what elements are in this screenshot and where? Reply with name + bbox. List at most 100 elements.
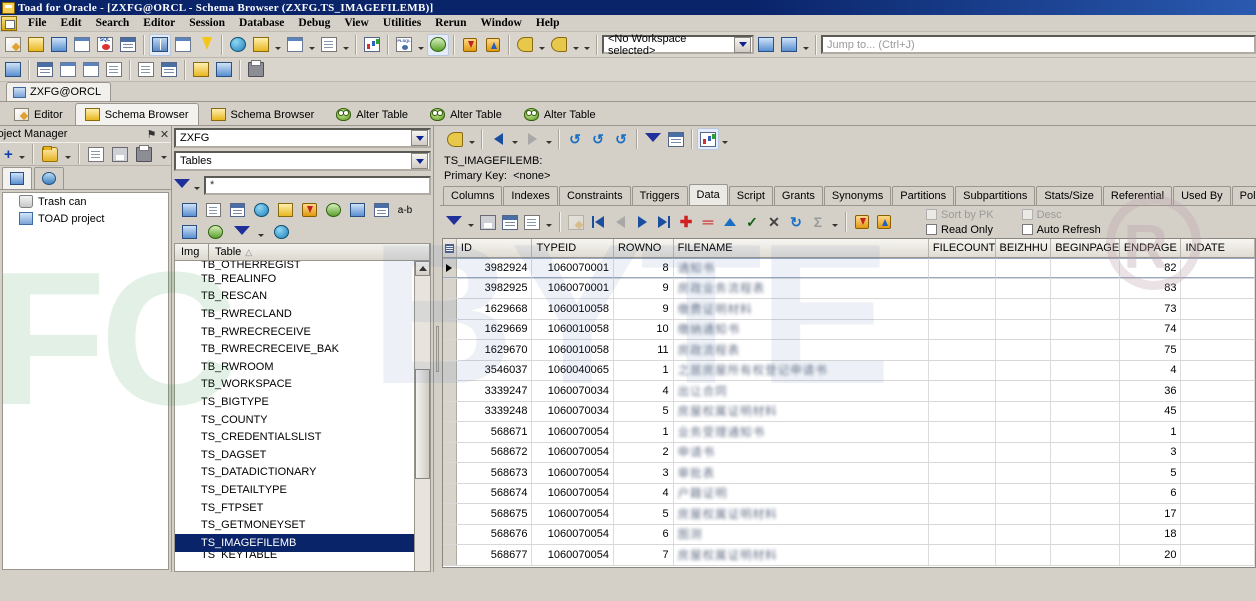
connection-tab-zxfg-orcl[interactable]: ZXFG@ORCL (6, 82, 112, 101)
grid-prev-record-icon[interactable] (610, 211, 630, 233)
sql-modeler-icon[interactable] (71, 34, 93, 56)
cell-filename[interactable]: 房屋权属证明材料 (674, 545, 929, 565)
cell-id[interactable]: 3546037 (457, 360, 533, 380)
cell-indate[interactable] (1181, 442, 1255, 462)
cell-endpage[interactable]: 73 (1120, 299, 1182, 319)
cell-beizhhu[interactable] (996, 340, 1052, 360)
table-row-current[interactable]: 3982924 1060070001 8 通知书 82 (443, 258, 1255, 279)
grid-select-all-icon[interactable] (443, 239, 457, 257)
object-type-dropdown-arrow[interactable] (411, 153, 428, 169)
list-item[interactable]: TS_COUNTY (175, 411, 414, 429)
cell-filecount[interactable] (929, 483, 996, 503)
cell-indate[interactable] (1181, 381, 1255, 401)
tab-used-by[interactable]: Used By (1173, 186, 1231, 205)
table-row[interactable]: 3339248 1060070034 5 房屋权属证明材料 45 (443, 401, 1255, 422)
grid-insert-record-icon[interactable]: ✚ (676, 211, 696, 233)
tabbed-view-icon[interactable] (80, 59, 102, 81)
project-tab-projects[interactable] (2, 167, 32, 189)
schema-dropdown-arrow[interactable] (411, 130, 428, 146)
grid-sum-dropdown-arrow[interactable] (830, 211, 840, 233)
tab-synonyms[interactable]: Synonyms (823, 186, 892, 205)
cell-typeid[interactable]: 1060040065 (532, 360, 614, 380)
column-header-beizhhu[interactable]: BEIZHHU (995, 239, 1052, 257)
window-dropdown-arrow[interactable] (307, 34, 317, 56)
tab-referential[interactable]: Referential (1102, 186, 1173, 205)
table-row[interactable]: 1629668 1060010058 9 缴费证明材料 73 (443, 299, 1255, 320)
cell-filename[interactable]: 出让合同 (674, 381, 929, 401)
checkbox-read-only[interactable]: Read Only (926, 224, 994, 236)
cell-filecount[interactable] (929, 401, 996, 421)
list-item[interactable]: TS_CREDENTIALSLIST (175, 428, 414, 446)
cell-indate[interactable] (1181, 340, 1255, 360)
cell-beizhhu[interactable] (996, 504, 1052, 524)
cell-typeid[interactable]: 1060070034 (532, 401, 614, 421)
cell-rowno[interactable]: 4 (614, 483, 674, 503)
navigate-back-icon[interactable] (487, 128, 509, 150)
column-header-filecount[interactable]: FILECOUNT (928, 239, 996, 257)
grid-columns-icon[interactable] (500, 211, 520, 233)
filter-objects-icon[interactable] (135, 59, 157, 81)
menu-item-editor[interactable]: Editor (136, 16, 182, 30)
cell-rowno[interactable]: 11 (614, 340, 674, 360)
grid-refresh-icon[interactable]: ↻ (786, 211, 806, 233)
cell-typeid[interactable]: 1060070054 (532, 463, 614, 483)
cell-typeid[interactable]: 1060010058 (532, 319, 614, 339)
add-item-icon[interactable]: + (2, 147, 15, 162)
cell-filecount[interactable] (929, 422, 996, 442)
workspace-dropdown-arrow[interactable] (734, 36, 751, 53)
cell-id[interactable]: 3982924 (456, 258, 533, 278)
cell-indate[interactable] (1181, 299, 1255, 319)
column-header-rowno[interactable]: ROWNO (613, 239, 674, 257)
tab-constraints[interactable]: Constraints (558, 186, 631, 205)
cell-typeid[interactable]: 1060070001 (532, 258, 614, 278)
cell-beizhhu[interactable] (996, 442, 1052, 462)
detail-chart-dropdown-arrow[interactable] (720, 128, 730, 150)
table-row[interactable]: 568675 1060070054 5 房屋权属证明材料 17 (443, 504, 1255, 525)
object-refresh-icon[interactable] (178, 221, 200, 243)
data-grid-body[interactable]: 3982924 1060070001 8 通知书 82 3982925 1060070001… (443, 258, 1255, 567)
table-row[interactable]: 568671 1060070054 1 业务受理通知书 1 (443, 422, 1255, 443)
cell-rowno[interactable]: 9 (614, 278, 674, 298)
table-list-col-img[interactable]: Img (175, 244, 209, 260)
cell-filecount[interactable] (929, 299, 996, 319)
row-indicator[interactable] (443, 463, 457, 483)
table-row[interactable]: 3982925 1060070001 9 房政业务流程表 83 (443, 278, 1255, 299)
session-dropdown-arrow[interactable] (273, 34, 283, 56)
cell-indate[interactable] (1181, 422, 1255, 442)
print-icon[interactable] (133, 143, 155, 165)
cell-endpage[interactable]: 18 (1120, 524, 1182, 544)
grid-view-icon[interactable] (34, 59, 56, 81)
cell-filename[interactable]: 缴费证明材料 (674, 299, 929, 319)
list-item[interactable]: TB_WORKSPACE (175, 376, 414, 394)
cell-id[interactable]: 568675 (457, 504, 533, 524)
cell-id[interactable]: 1629669 (457, 319, 533, 339)
cell-filecount[interactable] (929, 340, 996, 360)
cell-endpage[interactable]: 45 (1120, 401, 1182, 421)
list-item[interactable]: TB_RWRECRECEIVE (175, 323, 414, 341)
detail-chart-icon[interactable] (697, 128, 719, 150)
cell-filename[interactable]: 通知书 (673, 258, 929, 278)
cell-beizhhu[interactable] (996, 381, 1052, 401)
detail-list-icon[interactable] (665, 128, 687, 150)
cell-indate[interactable] (1181, 360, 1255, 380)
cell-typeid[interactable]: 1060070054 (532, 545, 614, 565)
row-indicator[interactable] (443, 524, 457, 544)
list-item[interactable]: TS_KEYTABLE (175, 552, 414, 558)
cell-typeid[interactable]: 1060010058 (532, 299, 614, 319)
workspace-more-arrow[interactable] (801, 34, 811, 56)
cell-indate[interactable] (1181, 319, 1255, 339)
project-toolbar-overflow-arrow[interactable] (159, 143, 169, 165)
tab-stats-size[interactable]: Stats/Size (1036, 186, 1102, 205)
list-item[interactable]: TB_RWRECLAND (175, 305, 414, 323)
cell-filename[interactable]: 之居房屋所有权登记申请书 (674, 360, 929, 380)
list-item[interactable]: TS_GETMONEYSET (175, 516, 414, 534)
column-header-indate[interactable]: INDATE (1181, 239, 1255, 257)
plsql-icon[interactable] (393, 34, 415, 56)
cell-indate[interactable] (1181, 258, 1255, 278)
cell-rowno[interactable]: 7 (614, 545, 674, 565)
table-list-scrollbar[interactable] (414, 261, 430, 571)
tab-grants[interactable]: Grants (773, 186, 823, 205)
object-script-icon[interactable] (204, 221, 226, 243)
save-file-icon[interactable] (109, 143, 131, 165)
cell-typeid[interactable]: 1060070054 (532, 483, 614, 503)
